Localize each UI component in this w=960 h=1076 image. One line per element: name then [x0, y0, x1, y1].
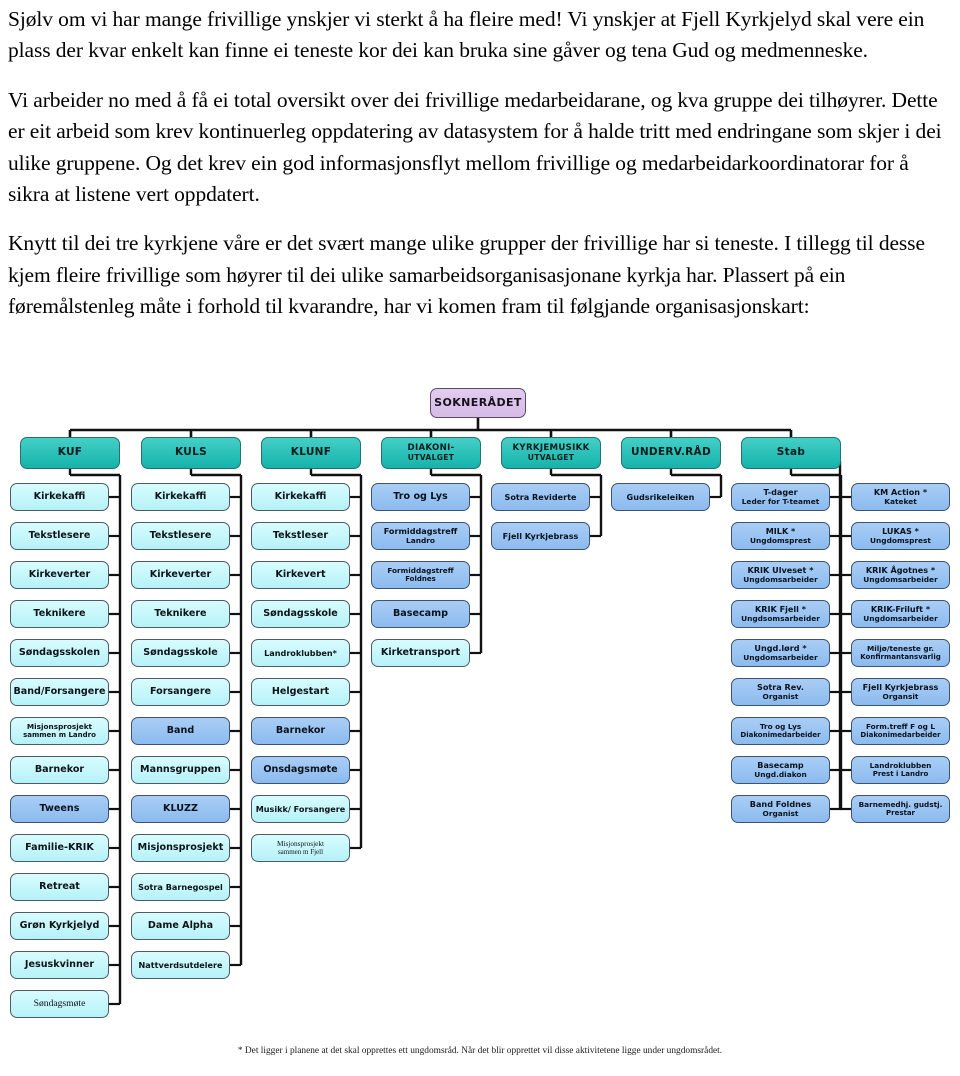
org-node-leaf[interactable]: Misjonsprosjekt sammen m Fjell [251, 834, 350, 862]
org-node-leaf[interactable]: Kirkekaffi [131, 483, 230, 511]
org-node-leaf[interactable]: Tekstleser [251, 522, 350, 550]
org-node-leaf[interactable]: Band [131, 717, 230, 745]
org-node-leaf[interactable]: Band/Forsangere [10, 678, 109, 706]
org-node-leaf[interactable]: Landroklubben Prest i Landro [851, 756, 950, 784]
org-node-leaf[interactable]: Basecamp [371, 600, 470, 628]
org-node-leaf[interactable]: Form.treff F og L Diakonimedarbeider [851, 717, 950, 745]
org-node-level1-3[interactable]: KLUNF [261, 437, 361, 469]
org-node-leaf[interactable]: Miljø/teneste gr. Konfirmantansvarlig [851, 639, 950, 667]
org-node-leaf[interactable]: Helgestart [251, 678, 350, 706]
document-body: Sjølv om vi har mange frivillige ynskjer… [0, 0, 960, 322]
org-node-leaf[interactable]: Tekstlesere [131, 522, 230, 550]
org-node-leaf[interactable]: Søndagsskolen [10, 639, 109, 667]
org-node-leaf[interactable]: LUKAS * Ungdomsprest [851, 522, 950, 550]
org-node-leaf[interactable]: Søndagsmøte [10, 990, 109, 1018]
org-node-leaf[interactable]: Jesuskvinner [10, 951, 109, 979]
footnote: * Det ligger i planene at det skal oppre… [237, 1046, 723, 1056]
org-node-leaf[interactable]: Tro og Lys [371, 483, 470, 511]
org-node-leaf[interactable]: Onsdagsmøte [251, 756, 350, 784]
org-node-leaf[interactable]: Kirkeverter [10, 561, 109, 589]
org-node-leaf[interactable]: Kirkekaffi [10, 483, 109, 511]
org-node-leaf[interactable]: Band Foldnes Organist [731, 795, 830, 823]
org-node-level1-7[interactable]: Stab [741, 437, 841, 469]
org-node-level1-1[interactable]: KUF [20, 437, 120, 469]
org-node-leaf[interactable]: Kirkekaffi [251, 483, 350, 511]
org-node-leaf[interactable]: Fjell Kyrkjebrass Organsit [851, 678, 950, 706]
org-node-leaf[interactable]: Misjonsprosjekt sammen m Landro [10, 717, 109, 745]
org-node-level1-6[interactable]: UNDERV.RÅD [621, 437, 721, 469]
org-node-leaf[interactable]: Forsangere [131, 678, 230, 706]
org-node-leaf[interactable]: MILK * Ungdomsprest [731, 522, 830, 550]
org-node-leaf[interactable]: Misjonsprosjekt [131, 834, 230, 862]
org-node-leaf[interactable]: Teknikere [10, 600, 109, 628]
org-node-root: SOKNERÅDET [430, 388, 526, 418]
org-node-leaf[interactable]: Kirketransport [371, 639, 470, 667]
org-node-leaf[interactable]: KLUZZ [131, 795, 230, 823]
org-node-leaf[interactable]: Sotra Barnegospel [131, 873, 230, 901]
org-node-leaf[interactable]: Søndagsskole [251, 600, 350, 628]
org-node-leaf[interactable]: Sotra Rev. Organist [731, 678, 830, 706]
org-node-leaf[interactable]: Teknikere [131, 600, 230, 628]
organisasjonskart: SOKNERÅDET KUF Kirkekaffi Tekstlesere Kirkev… [0, 382, 960, 1076]
org-node-leaf[interactable]: Nattverdsutdelere [131, 951, 230, 979]
org-node-leaf[interactable]: KRIK-Friluft * Ungdomsarbeider [851, 600, 950, 628]
org-node-leaf[interactable]: KRIK Ågotnes * Ungdomsarbeider [851, 561, 950, 589]
org-node-leaf[interactable]: Kirkeverter [131, 561, 230, 589]
org-node-level1-2[interactable]: KULS [141, 437, 241, 469]
org-node-level1-5[interactable]: KYRKJEMUSIKK UTVALGET [501, 437, 601, 469]
org-node-leaf[interactable]: Grøn Kyrkjelyd [10, 912, 109, 940]
org-node-leaf[interactable]: Søndagsskole [131, 639, 230, 667]
org-node-leaf[interactable]: Tekstlesere [10, 522, 109, 550]
org-node-leaf[interactable]: Musikk/ Forsangere [251, 795, 350, 823]
org-node-leaf[interactable]: Landroklubben* [251, 639, 350, 667]
org-node-leaf[interactable]: Formiddagstreff Foldnes [371, 561, 470, 589]
org-node-leaf[interactable]: Tweens [10, 795, 109, 823]
org-node-leaf[interactable]: T-dager Leder for T-teamet [731, 483, 830, 511]
org-node-leaf[interactable]: Fjell Kyrkjebrass [491, 522, 590, 550]
org-node-leaf[interactable]: KM Action * Kateket [851, 483, 950, 511]
org-node-leaf[interactable]: Barnekor [251, 717, 350, 745]
org-node-leaf[interactable]: Retreat [10, 873, 109, 901]
paragraph-1: Sjølv om vi har mange frivillige ynskjer… [8, 7, 925, 63]
org-node-leaf[interactable]: Kirkevert [251, 561, 350, 589]
paragraph-2: Vi arbeider no med å få ei total oversik… [8, 87, 942, 206]
org-node-leaf[interactable]: Formiddagstreff Landro [371, 522, 470, 550]
org-node-leaf[interactable]: Familie-KRIK [10, 834, 109, 862]
org-node-leaf[interactable]: KRIK Ulveset * Ungdomsarbeider [731, 561, 830, 589]
org-node-leaf[interactable]: Tro og Lys Diakonimedarbeider [731, 717, 830, 745]
org-node-leaf[interactable]: Ungd.lørd * Ungdomsarbeider [731, 639, 830, 667]
org-node-level1-4[interactable]: DIAKONI- UTVALGET [381, 437, 481, 469]
org-node-leaf[interactable]: Mannsgruppen [131, 756, 230, 784]
org-node-leaf[interactable]: Sotra Reviderte [491, 483, 590, 511]
org-node-leaf[interactable]: Barnekor [10, 756, 109, 784]
org-node-leaf[interactable]: Barnemedhj. gudstj. Prestar [851, 795, 950, 823]
paragraph-3: Knytt til dei tre kyrkjene våre er det s… [8, 231, 925, 318]
org-node-leaf[interactable]: Gudsrikeleiken [611, 483, 710, 511]
org-node-leaf[interactable]: Dame Alpha [131, 912, 230, 940]
org-node-leaf[interactable]: Basecamp Ungd.diakon [731, 756, 830, 784]
org-node-leaf[interactable]: KRIK Fjell * Ungdsomsarbeider [731, 600, 830, 628]
